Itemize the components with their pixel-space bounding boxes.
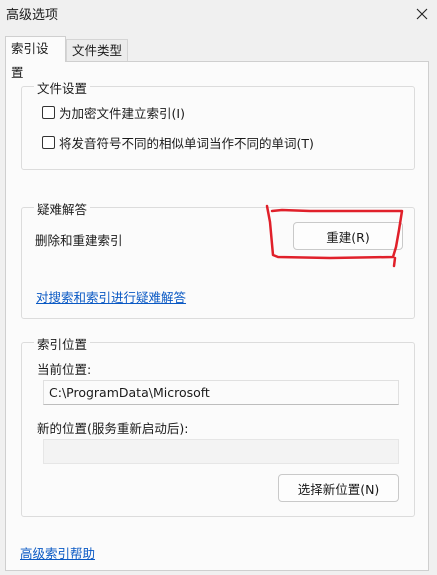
tab-index-settings[interactable]: 索引设置: [5, 36, 66, 80]
tab-page: 文件设置 为加密文件建立索引(I) 将发音符号不同的相似单词当作不同的单词(T)…: [5, 61, 429, 571]
troubleshoot-group: 疑难解答 删除和重建索引 重建(R) 对搜索和索引进行疑难解答: [21, 199, 415, 319]
index-location-title: 索引位置: [34, 334, 91, 353]
current-location-label: 当前位置:: [37, 362, 92, 377]
current-location-field[interactable]: [43, 380, 399, 405]
diacritics-option[interactable]: 将发音符号不同的相似单词当作不同的单词(T): [42, 133, 314, 152]
index-location-group: 索引位置 当前位置: 新的位置(服务重新启动后): 选择新位置(N): [21, 334, 415, 517]
new-location-label: 新的位置(服务重新启动后):: [37, 421, 189, 436]
diacritics-label: 将发音符号不同的相似单词当作不同的单词(T): [59, 136, 314, 151]
advanced-index-help-link[interactable]: 高级索引帮助: [20, 543, 95, 562]
file-settings-group: 文件设置 为加密文件建立索引(I) 将发音符号不同的相似单词当作不同的单词(T): [21, 78, 415, 170]
troubleshoot-title: 疑难解答: [34, 199, 91, 218]
select-new-location-button[interactable]: 选择新位置(N): [278, 474, 399, 502]
close-icon: [416, 8, 428, 20]
encrypted-files-option[interactable]: 为加密文件建立索引(I): [42, 103, 185, 122]
encrypted-files-label: 为加密文件建立索引(I): [59, 106, 185, 121]
file-settings-title: 文件设置: [34, 78, 91, 97]
close-button[interactable]: [407, 0, 437, 28]
rebuild-text: 删除和重建索引: [35, 233, 123, 248]
rebuild-button[interactable]: 重建(R): [293, 222, 403, 250]
diacritics-checkbox[interactable]: [42, 136, 55, 149]
new-location-field[interactable]: [43, 439, 399, 464]
window-title: 高级选项: [6, 8, 59, 23]
tab-file-types[interactable]: 文件类型: [66, 39, 128, 61]
troubleshoot-link[interactable]: 对搜索和索引进行疑难解答: [36, 287, 186, 306]
title-bar: 高级选项: [0, 0, 437, 28]
encrypted-files-checkbox[interactable]: [42, 106, 55, 119]
